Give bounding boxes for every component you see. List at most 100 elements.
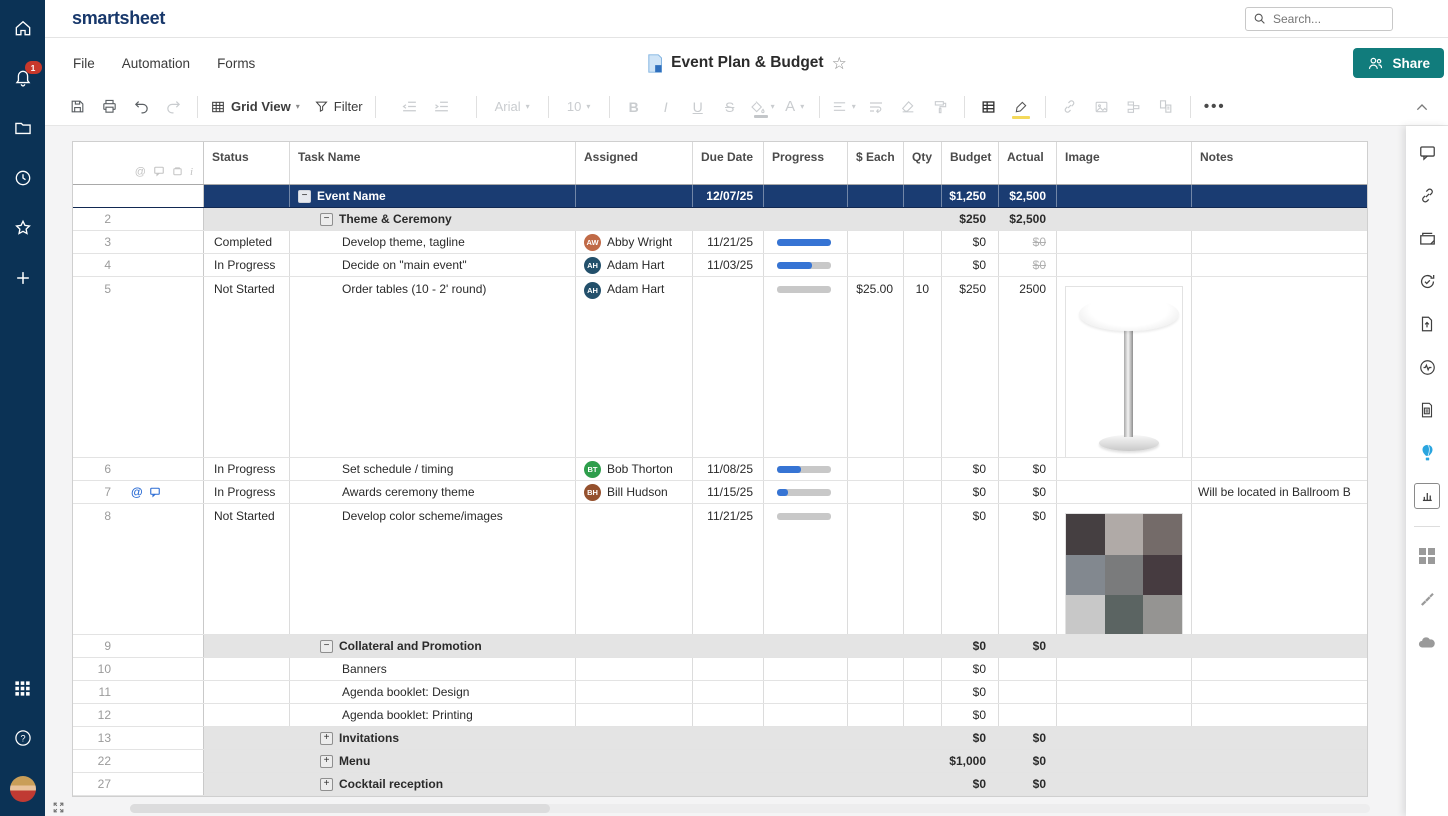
- cell-due-date[interactable]: [693, 750, 764, 772]
- cell-each[interactable]: [848, 635, 904, 657]
- cell-each[interactable]: [848, 231, 904, 253]
- cell-budget[interactable]: $250: [942, 208, 999, 230]
- cell-status[interactable]: [204, 208, 290, 230]
- cell-qty[interactable]: [904, 208, 942, 230]
- cell-budget[interactable]: $0: [942, 635, 999, 657]
- cell-budget[interactable]: $0: [942, 481, 999, 503]
- folders-icon[interactable]: [11, 116, 35, 140]
- underline-button[interactable]: U: [686, 94, 710, 120]
- cell-task-name[interactable]: +Cocktail reception: [290, 773, 576, 795]
- cell-image[interactable]: [1057, 704, 1192, 726]
- cell-task-name[interactable]: −Event Name: [290, 185, 576, 207]
- more-options-button[interactable]: •••: [1203, 94, 1227, 120]
- row-collapse-toggle[interactable]: −: [320, 640, 333, 653]
- cell-due-date[interactable]: 12/07/25: [693, 185, 764, 207]
- row-number-cell[interactable]: 9: [73, 635, 204, 657]
- format-paint-icon[interactable]: [928, 94, 952, 120]
- row-number-cell[interactable]: 11: [73, 681, 204, 703]
- cell-notes[interactable]: [1192, 681, 1367, 703]
- column-header-assigned[interactable]: Assigned: [576, 142, 693, 184]
- cell-progress[interactable]: [764, 773, 848, 795]
- cell-assigned[interactable]: AWAbby Wright: [576, 231, 693, 253]
- column-header-task-name[interactable]: Task Name: [290, 142, 576, 184]
- view-selector[interactable]: Grid View ▾: [210, 94, 300, 120]
- strikethrough-button[interactable]: S: [718, 94, 742, 120]
- align-icon[interactable]: ▾: [832, 94, 856, 120]
- cell-notes[interactable]: [1192, 658, 1367, 680]
- cell-due-date[interactable]: [693, 658, 764, 680]
- scrollbar-thumb[interactable]: [130, 804, 550, 813]
- font-family-selector[interactable]: Arial ▾: [495, 94, 530, 120]
- cell-task-name[interactable]: Decide on "main event": [290, 254, 576, 276]
- cell-actual[interactable]: [999, 681, 1057, 703]
- cell-qty[interactable]: [904, 504, 942, 634]
- cell-actual[interactable]: [999, 704, 1057, 726]
- cell-notes[interactable]: [1192, 208, 1367, 230]
- create-plus-icon[interactable]: [11, 266, 35, 290]
- menu-file[interactable]: File: [73, 56, 95, 71]
- color-palette-image[interactable]: [1065, 513, 1183, 634]
- cell-qty[interactable]: [904, 773, 942, 795]
- cell-budget[interactable]: $0: [942, 658, 999, 680]
- update-requests-icon[interactable]: [1414, 268, 1440, 294]
- cell-progress[interactable]: [764, 208, 848, 230]
- cell-qty[interactable]: [904, 704, 942, 726]
- cell-assigned[interactable]: BTBob Thorton: [576, 458, 693, 480]
- cell-notes[interactable]: [1192, 750, 1367, 772]
- cell-image[interactable]: [1057, 254, 1192, 276]
- publish-icon[interactable]: [1414, 311, 1440, 337]
- cell-status[interactable]: In Progress: [204, 458, 290, 480]
- cell-budget[interactable]: $0: [942, 231, 999, 253]
- cell-assigned[interactable]: BHBill Hudson: [576, 481, 693, 503]
- cell-due-date[interactable]: [693, 277, 764, 457]
- cell-due-date[interactable]: [693, 681, 764, 703]
- outdent-icon[interactable]: [398, 94, 422, 120]
- filter-button[interactable]: Filter: [314, 94, 363, 120]
- cell-actual[interactable]: $0: [999, 458, 1057, 480]
- cell-actual[interactable]: $0: [999, 635, 1057, 657]
- row-number-header[interactable]: @i: [73, 142, 204, 184]
- jira-integration-icon[interactable]: [1414, 586, 1440, 612]
- sheet-summary-icon[interactable]: [1414, 397, 1440, 423]
- font-size-selector[interactable]: 10 ▾: [567, 94, 591, 120]
- row-number-cell[interactable]: 27: [73, 773, 204, 795]
- cell-each[interactable]: [848, 208, 904, 230]
- cell-task-name[interactable]: Set schedule / timing: [290, 458, 576, 480]
- cell-due-date[interactable]: [693, 208, 764, 230]
- cell-actual[interactable]: $0: [999, 231, 1057, 253]
- cell-progress[interactable]: [764, 185, 848, 207]
- cell-task-name[interactable]: Develop color scheme/images: [290, 504, 576, 634]
- conversations-icon[interactable]: [1414, 139, 1440, 165]
- cell-due-date[interactable]: [693, 773, 764, 795]
- cell-qty[interactable]: [904, 458, 942, 480]
- cell-due-date[interactable]: [693, 727, 764, 749]
- cell-notes[interactable]: [1192, 231, 1367, 253]
- cell-each[interactable]: [848, 704, 904, 726]
- cell-task-name[interactable]: +Menu: [290, 750, 576, 772]
- cell-image[interactable]: [1057, 773, 1192, 795]
- cell-budget[interactable]: $0: [942, 458, 999, 480]
- row-number-cell[interactable]: 10: [73, 658, 204, 680]
- cell-each[interactable]: [848, 504, 904, 634]
- column-header-due-date[interactable]: Due Date: [693, 142, 764, 184]
- cell-actual[interactable]: $0: [999, 750, 1057, 772]
- attachments-link-icon[interactable]: [1414, 182, 1440, 208]
- cell-assigned[interactable]: [576, 658, 693, 680]
- cell-qty[interactable]: [904, 254, 942, 276]
- cell-actual[interactable]: 2500: [999, 277, 1057, 457]
- menu-forms[interactable]: Forms: [217, 56, 255, 71]
- cell-status[interactable]: Not Started: [204, 504, 290, 634]
- row-number-cell[interactable]: 3: [73, 231, 204, 253]
- cell-progress[interactable]: [764, 704, 848, 726]
- cell-progress[interactable]: [764, 750, 848, 772]
- cell-image[interactable]: [1057, 277, 1192, 457]
- cell-actual[interactable]: $0: [999, 773, 1057, 795]
- column-header-progress[interactable]: Progress: [764, 142, 848, 184]
- cell-status[interactable]: [204, 658, 290, 680]
- save-icon[interactable]: [65, 94, 89, 120]
- undo-icon[interactable]: [129, 94, 153, 120]
- cell-image[interactable]: [1057, 635, 1192, 657]
- row-number-cell[interactable]: 12: [73, 704, 204, 726]
- cell-due-date[interactable]: 11/03/25: [693, 254, 764, 276]
- activity-log-icon[interactable]: [1414, 354, 1440, 380]
